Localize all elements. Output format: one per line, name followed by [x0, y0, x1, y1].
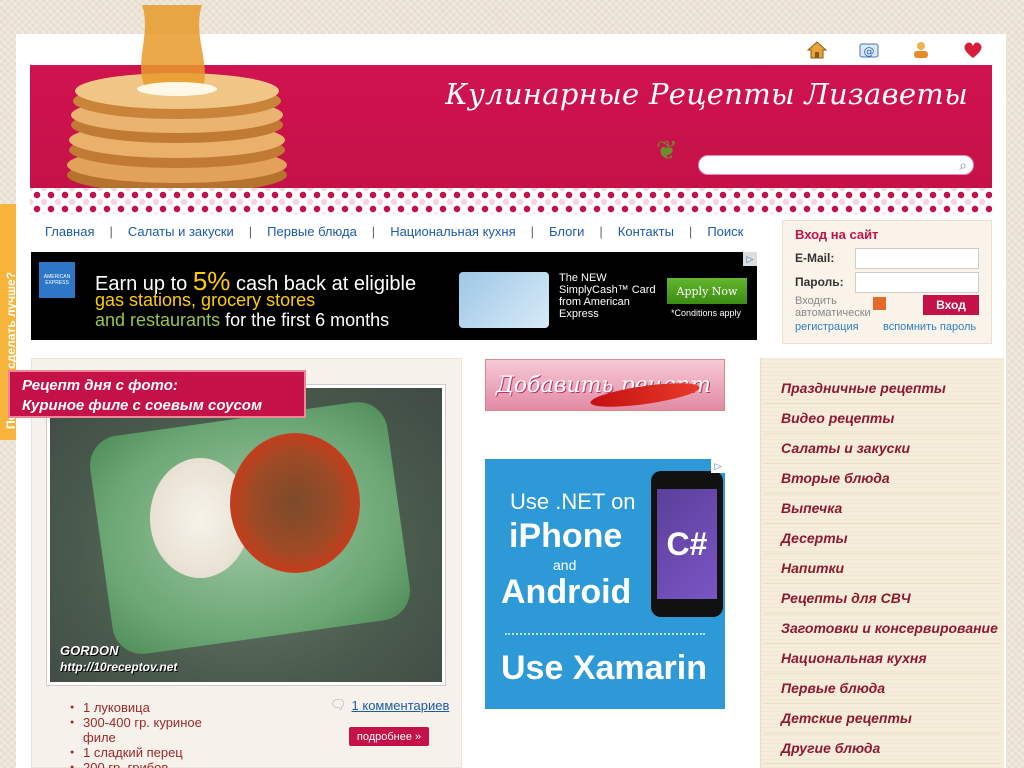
category-menu: Праздничные рецепты Видео рецепты Салаты… [760, 358, 1004, 768]
ad-line-3: and restaurants for the first 6 months [95, 310, 390, 330]
search-input[interactable]: ⌕ [698, 155, 974, 175]
adchoices-icon[interactable]: ▷ [711, 459, 725, 473]
register-link[interactable]: регистрация [795, 321, 859, 333]
category-item[interactable]: Первые блюда [765, 674, 1000, 704]
category-item[interactable]: Салаты и закуски [765, 434, 1000, 464]
category-item[interactable]: Национальная кухня [765, 644, 1000, 674]
list-item: 300-400 гр. куриное филе [70, 715, 220, 745]
password-field[interactable] [855, 272, 979, 293]
amex-logo: AMERICAN EXPRESS [39, 262, 75, 298]
ad-text-1: Use .NET on [510, 489, 636, 514]
ad-text-3: and [553, 557, 577, 573]
nav-separator: | [248, 223, 253, 239]
recipe-of-day-label[interactable]: Рецепт дня с фото: Куриное филе с соевым… [8, 370, 306, 418]
svg-text:@: @ [864, 45, 875, 58]
category-item[interactable]: Вторые блюда [765, 464, 1000, 494]
email-field[interactable] [855, 248, 979, 269]
chicken-dish [230, 433, 360, 573]
apply-now-button[interactable]: Apply Now [667, 278, 747, 304]
login-panel: Вход на сайт E-Mail: Пароль: Входить авт… [782, 220, 992, 344]
forgot-password-link[interactable]: вспомнить пароль [883, 321, 976, 333]
home-icon[interactable] [806, 40, 828, 60]
nav-item-search[interactable]: Поиск [707, 224, 743, 239]
category-item[interactable]: Праздничные рецепты [765, 374, 1000, 404]
email-icon[interactable]: @ [858, 40, 880, 60]
auto-login-checkbox[interactable] [873, 297, 886, 310]
category-item[interactable]: Другие блюда [765, 734, 1000, 764]
photo-watermark-name: GORDON [60, 643, 119, 658]
phone-screen: C# [657, 489, 717, 599]
nav-separator: | [109, 223, 113, 239]
category-item[interactable]: Выпечка [765, 494, 1000, 524]
ad-line-2: gas stations, grocery stores [95, 290, 316, 310]
site-header: Кулинарные Рецепты Лизаветы ❦ ⌕ [30, 5, 992, 193]
category-item[interactable]: Рецепты для СВЧ [765, 584, 1000, 614]
comments-link[interactable]: 1 комментариев [352, 698, 450, 713]
recipe-of-day-title: Куриное филе с соевым соусом [22, 397, 263, 414]
nav-item-contacts[interactable]: Контакты [618, 224, 674, 239]
site-title[interactable]: Кулинарные Рецепты Лизаветы [445, 77, 968, 111]
category-item[interactable]: Десерты [765, 524, 1000, 554]
users-icon[interactable] [910, 40, 932, 60]
photo-watermark-url: http://10receptov.net [60, 660, 178, 674]
leaves-decoration: ❦ [656, 135, 678, 165]
auto-login-label: Входить автоматически [795, 295, 871, 319]
email-label: E-Mail: [795, 251, 835, 265]
header-pattern [30, 188, 992, 214]
ad-text-2: iPhone [509, 517, 623, 555]
list-item: 200 гр. грибов [70, 760, 220, 768]
heart-icon[interactable] [962, 40, 984, 60]
ingredient-list: 1 луковица 300-400 гр. куриное филе 1 сл… [70, 700, 220, 768]
amex-ad-banner[interactable]: AMERICAN EXPRESS Earn up to 5% cash back… [31, 252, 757, 340]
login-button[interactable]: Вход [923, 295, 979, 315]
ad-divider [505, 633, 705, 635]
recipe-of-day-heading: Рецепт дня с фото: [22, 377, 178, 394]
adchoices-icon[interactable]: ▷ [743, 252, 757, 266]
list-item: 1 луковица [70, 700, 220, 715]
search-icon[interactable]: ⌕ [959, 157, 967, 174]
ad-conditions: *Conditions apply [671, 308, 742, 318]
nav-separator: | [371, 223, 376, 239]
nav-separator: | [599, 223, 603, 239]
nav-item-blogs[interactable]: Блоги [549, 224, 584, 239]
ad-card-text: The NEW SimplyCash™ Card from American E… [559, 272, 656, 320]
nav-separator: | [530, 223, 535, 239]
main-nav: Главная | Салаты и закуски | Первые блюд… [31, 220, 757, 242]
category-item[interactable]: Детские рецепты [765, 704, 1000, 734]
nav-item-first-courses[interactable]: Первые блюда [267, 224, 357, 239]
password-label: Пароль: [795, 275, 844, 289]
credit-card-image [459, 272, 549, 328]
category-item[interactable]: Видео рецепты [765, 404, 1000, 434]
nav-item-salads[interactable]: Салаты и закуски [128, 224, 234, 239]
recipe-photo[interactable]: GORDON http://10receptov.net [47, 385, 445, 685]
nav-item-national[interactable]: Национальная кухня [390, 224, 515, 239]
more-button[interactable]: подробнее » [349, 727, 429, 746]
nav-separator: | [688, 223, 693, 239]
login-title: Вход на сайт [795, 227, 879, 242]
xamarin-ad[interactable]: Use .NET on iPhone and Android C# Use Xa… [485, 459, 725, 709]
pancakes-image [52, 5, 302, 195]
category-item[interactable]: Заготовки и консервирование [765, 614, 1000, 644]
ad-text-5: Use Xamarin [501, 649, 707, 687]
category-item[interactable]: Напитки [765, 554, 1000, 584]
comment-icon: 🗨 [330, 697, 347, 712]
list-item: 1 сладкий перец [70, 745, 220, 760]
top-icon-bar: @ [806, 40, 984, 60]
nav-item-home[interactable]: Главная [45, 224, 94, 239]
ad-text-4: Android [501, 573, 632, 611]
comments-link-row: 🗨 1 комментариев [330, 697, 449, 713]
